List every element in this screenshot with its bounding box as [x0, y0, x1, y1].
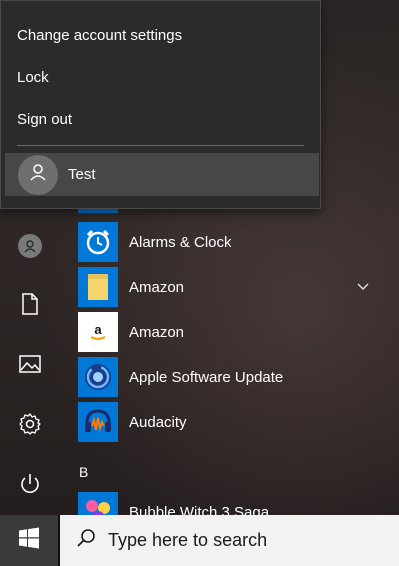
- start-button[interactable]: [0, 515, 58, 566]
- rail-pictures-button[interactable]: [0, 336, 60, 396]
- section-letter[interactable]: B: [79, 464, 88, 480]
- app-item-amazon[interactable]: a Amazon: [78, 312, 398, 352]
- start-left-rail: [0, 208, 60, 515]
- app-label: Alarms & Clock: [129, 233, 232, 251]
- pictures-icon: [19, 354, 41, 379]
- divider: [17, 145, 304, 146]
- user-icon: [28, 162, 48, 187]
- app-label: Amazon: [129, 278, 185, 296]
- alarm-clock-icon: [78, 222, 118, 262]
- folder-icon: [78, 267, 118, 307]
- svg-text:a: a: [94, 322, 102, 337]
- search-icon: [76, 528, 96, 553]
- windows-logo-icon: [18, 527, 40, 554]
- account-flyout: Change account settings Lock Sign out Te…: [0, 0, 321, 209]
- app-label: Apple Software Update: [129, 368, 284, 386]
- app-label: Audacity: [129, 413, 187, 431]
- rail-user-button[interactable]: [0, 216, 60, 276]
- switch-user-item[interactable]: Test: [5, 153, 319, 196]
- settings-icon: [19, 412, 41, 440]
- rail-settings-button[interactable]: [0, 396, 60, 456]
- rail-documents-button[interactable]: [0, 276, 60, 336]
- app-item-apple-software-update[interactable]: Apple Software Update: [78, 357, 398, 397]
- amazon-icon: a: [78, 312, 118, 352]
- avatar: [18, 154, 58, 195]
- apple-update-icon: [78, 357, 118, 397]
- user-icon: [18, 234, 42, 258]
- app-label: Amazon: [129, 323, 185, 341]
- audacity-icon: [78, 402, 118, 442]
- taskbar: Type here to search: [0, 515, 399, 566]
- taskbar-search-box[interactable]: Type here to search: [60, 515, 399, 566]
- user-name: Test: [68, 166, 96, 183]
- rail-power-button[interactable]: [0, 456, 60, 516]
- power-icon: [19, 473, 41, 500]
- chevron-down-icon[interactable]: [356, 279, 370, 297]
- search-placeholder: Type here to search: [108, 530, 268, 550]
- sign-out-item[interactable]: Sign out: [17, 105, 307, 135]
- document-icon: [20, 292, 40, 320]
- app-item-amazon-folder[interactable]: Amazon: [78, 267, 398, 307]
- app-list: Alarms & Clock Amazon a Amazon Apple Sof…: [60, 193, 399, 532]
- app-item-audacity[interactable]: Audacity: [78, 402, 398, 442]
- lock-item[interactable]: Lock: [17, 63, 307, 93]
- change-account-settings-item[interactable]: Change account settings: [17, 21, 307, 51]
- app-item-alarms-clock[interactable]: Alarms & Clock: [78, 222, 398, 262]
